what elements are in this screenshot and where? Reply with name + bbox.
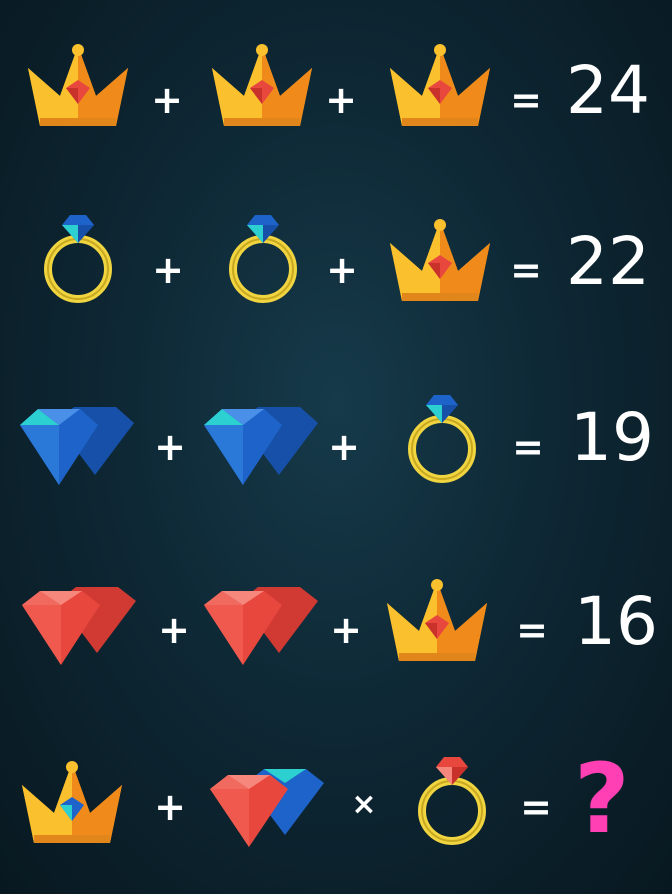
multiply-operator: × [351,787,377,822]
ring-blue-gem-icon [382,387,502,487]
equation-row-4: + + = 16 [0,565,672,695]
plus-operator: + [326,248,358,292]
equals-sign: = [516,608,548,652]
plus-operator: + [158,608,190,652]
ring-blue-gem-icon [18,207,138,307]
ring-blue-gem-icon [203,207,323,307]
crown-red-gem-icon [202,38,322,138]
equals-sign: = [510,248,542,292]
plus-operator: + [325,78,357,122]
ring-red-gem-icon [392,749,512,849]
result-value: 19 [570,399,654,476]
plus-operator: + [154,425,186,469]
result-value: 22 [566,223,650,300]
equation-row-5: + × = ? [0,745,672,875]
red-diamonds-icon [18,575,138,675]
plus-operator: + [152,248,184,292]
equals-sign: = [512,425,544,469]
plus-operator: + [328,425,360,469]
crown-red-gem-icon [380,38,500,138]
question-mark: ? [574,743,630,855]
plus-operator: + [154,785,186,829]
result-value: 24 [566,52,650,129]
plus-operator: + [330,608,362,652]
crown-red-gem-icon [18,38,138,138]
crown-red-gem-icon [377,573,497,673]
blue-diamonds-icon [16,393,136,493]
crown-red-gem-icon [380,213,500,313]
red-diamonds-icon [200,575,320,675]
crown-blue-gem-icon [12,755,132,855]
equals-sign: = [510,78,542,122]
plus-operator: + [151,78,183,122]
equals-sign: = [520,785,552,829]
blue-diamonds-icon [200,393,320,493]
red-blue-diamond-icon [206,759,326,859]
result-value: 16 [574,583,658,660]
equation-row-2: + + = 22 [0,205,672,335]
equation-row-3: + + = 19 [0,385,672,515]
equation-row-1: + + = 24 [0,30,672,160]
